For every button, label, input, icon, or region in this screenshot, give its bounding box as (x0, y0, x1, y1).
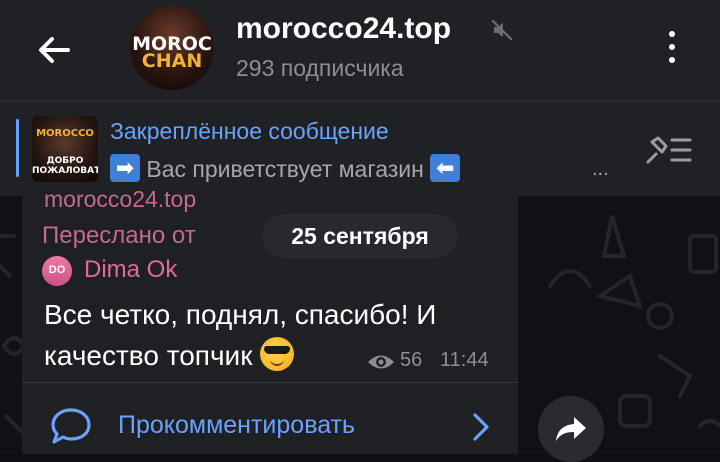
pinned-thumbnail: MOROCCO ДОБРО ПОЖАЛОВАТЬ (32, 116, 98, 182)
views-eye-icon (368, 355, 394, 369)
forwarded-channel-name[interactable]: morocco24.top (44, 186, 196, 213)
arrow-left-emoji-icon: ⬅ (430, 154, 461, 182)
message-text: Все четко, поднял, спасибо! И качество т… (44, 299, 437, 371)
message-time: 11:44 (440, 349, 489, 371)
more-dot-icon (669, 57, 675, 63)
chevron-right-icon[interactable] (470, 410, 492, 444)
more-dot-icon (669, 44, 675, 50)
forward-author-name[interactable]: Dima Ok (84, 256, 177, 284)
back-arrow-icon (39, 37, 70, 63)
muted-speaker-icon (491, 19, 513, 41)
pinned-title: Закреплённое сообщение (110, 118, 389, 144)
pinned-ellipsis: ... (592, 158, 609, 180)
avatar-logo-text: MOROC CHAN (132, 33, 212, 72)
arrow-right-emoji-icon: ➡ (110, 154, 140, 182)
forward-author-avatar[interactable]: DO (42, 256, 72, 286)
channel-avatar[interactable]: MOROC CHAN (130, 6, 214, 90)
channel-title[interactable]: morocco24.top (236, 12, 451, 46)
share-arrow-icon (556, 417, 586, 441)
more-dot-icon (669, 31, 675, 37)
comment-bubble-icon (51, 408, 91, 444)
more-options-button[interactable] (654, 22, 690, 72)
date-separator: 25 сентября (262, 214, 458, 258)
sunglasses-emoji-icon (260, 337, 295, 371)
subscriber-count: 293 подписчика (236, 55, 404, 81)
pinned-list-icon[interactable] (642, 132, 696, 168)
channel-header: MOROC CHAN morocco24.top 293 подписчика (0, 0, 720, 100)
pinned-preview-text: ➡ Вас приветствует магазин ⬅ (110, 154, 461, 183)
comment-button[interactable]: Прокомментировать (118, 411, 355, 440)
pinned-indicator-line (16, 119, 19, 177)
back-button[interactable] (24, 20, 84, 80)
view-count: 56 (400, 349, 423, 371)
share-button[interactable] (538, 396, 604, 462)
comment-divider (22, 382, 518, 383)
forwarded-from-label: Переслано от (42, 222, 196, 249)
